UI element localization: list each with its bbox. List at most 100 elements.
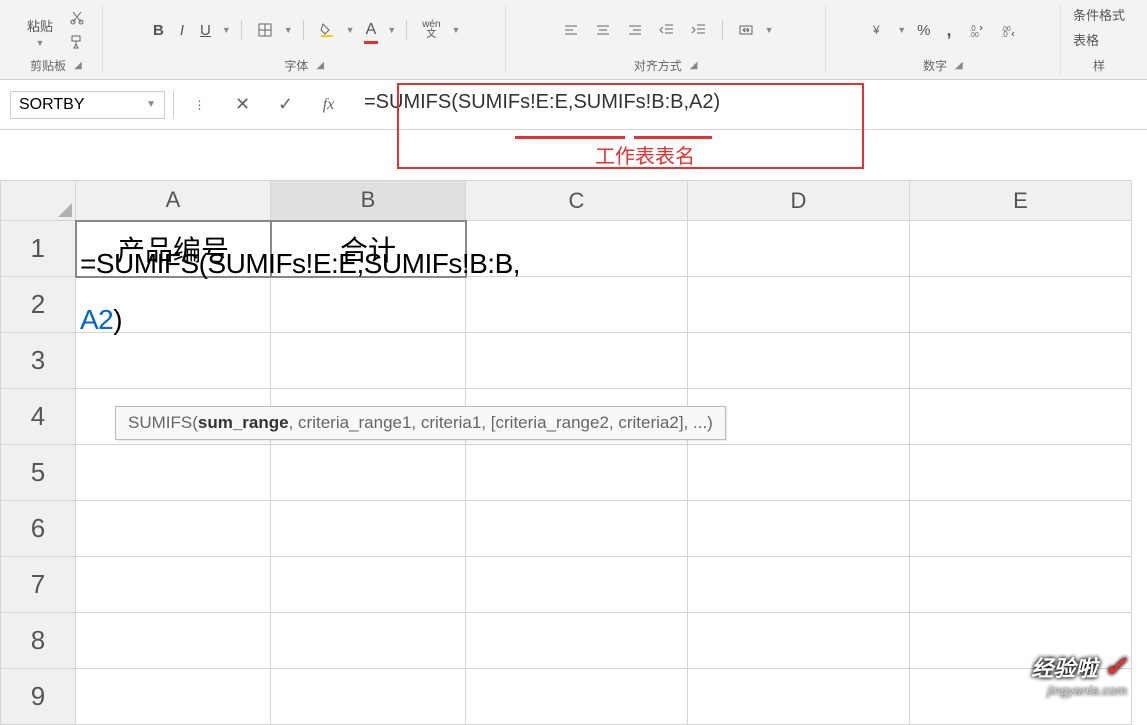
name-box[interactable]: SORTBY ▼ xyxy=(10,91,165,119)
cell-e3[interactable] xyxy=(910,333,1132,389)
decrease-indent-icon[interactable] xyxy=(654,19,680,41)
percent-button[interactable]: % xyxy=(912,19,935,42)
col-header-e[interactable]: E xyxy=(910,181,1132,221)
merge-cells-icon[interactable] xyxy=(733,19,759,41)
accept-formula-button[interactable]: ✓ xyxy=(268,91,303,119)
row-header-9[interactable]: 9 xyxy=(1,669,76,725)
cell-a7[interactable] xyxy=(76,557,271,613)
row-header-4[interactable]: 4 xyxy=(1,389,76,445)
col-header-c[interactable]: C xyxy=(466,181,688,221)
row-header-1[interactable]: 1 xyxy=(1,221,76,277)
cell-c7[interactable] xyxy=(466,557,688,613)
formula-input[interactable]: =SUMIFS(SUMIFs!E:E,SUMIFs!B:B,A2) xyxy=(354,91,1137,119)
cell-b9[interactable] xyxy=(271,669,466,725)
cell-b5[interactable] xyxy=(271,445,466,501)
currency-button[interactable]: ¥ xyxy=(865,19,891,41)
bold-button[interactable]: B xyxy=(148,19,169,42)
paste-button[interactable]: 粘贴 xyxy=(22,13,58,38)
align-left-icon[interactable] xyxy=(558,19,584,41)
col-header-a[interactable]: A xyxy=(76,181,271,221)
cell-a6[interactable] xyxy=(76,501,271,557)
cell-e1[interactable] xyxy=(910,221,1132,277)
svg-text:¥: ¥ xyxy=(872,23,880,37)
cell-d7[interactable] xyxy=(688,557,910,613)
row-header-6[interactable]: 6 xyxy=(1,501,76,557)
cell-c9[interactable] xyxy=(466,669,688,725)
select-all-corner[interactable] xyxy=(1,181,76,221)
cell-c8[interactable] xyxy=(466,613,688,669)
annotation-label: 工作表表名 xyxy=(595,140,695,169)
cell-c6[interactable] xyxy=(466,501,688,557)
cell-b7[interactable] xyxy=(271,557,466,613)
underline-button[interactable]: U xyxy=(195,19,216,42)
name-box-dropdown-icon[interactable]: ▼ xyxy=(146,99,156,110)
pinyin-button[interactable]: wén文 xyxy=(417,17,445,43)
cell-b8[interactable] xyxy=(271,613,466,669)
align-right-icon[interactable] xyxy=(622,19,648,41)
font-launcher-icon[interactable]: ◢ xyxy=(316,60,324,71)
comma-button[interactable]: , xyxy=(942,17,957,44)
expand-bar-icon[interactable]: ⋮ xyxy=(182,91,217,119)
check-icon: ✓ xyxy=(1104,651,1127,682)
underline-2 xyxy=(634,136,712,139)
row-header-7[interactable]: 7 xyxy=(1,557,76,613)
spreadsheet-grid: A B C D E 1 产品编号 合计 2 3 xyxy=(0,180,1147,725)
styles-group: 条件格式 表格 样 xyxy=(1061,5,1137,74)
cell-a5[interactable] xyxy=(76,445,271,501)
cell-d5[interactable] xyxy=(688,445,910,501)
clipboard-launcher-icon[interactable]: ◢ xyxy=(74,60,82,71)
alignment-label: 对齐方式 xyxy=(634,57,682,74)
in-cell-formula[interactable]: =SUMIFS(SUMIFs!E:E,SUMIFs!B:B, A2) xyxy=(80,236,520,348)
format-painter-icon[interactable] xyxy=(64,31,90,53)
conditional-format-button[interactable]: 条件格式 xyxy=(1073,5,1125,24)
border-button[interactable] xyxy=(252,19,278,41)
col-header-d[interactable]: D xyxy=(688,181,910,221)
ribbon: 粘贴 ▼ 剪贴板◢ B I U▼ ▼ ▼ A▼ wén文▼ 字体◢ xyxy=(0,0,1147,80)
cell-d2[interactable] xyxy=(688,277,910,333)
cell-b6[interactable] xyxy=(271,501,466,557)
watermark: 经验啦 ✓ jingyanla.com xyxy=(1031,650,1127,698)
cell-d8[interactable] xyxy=(688,613,910,669)
cell-c5[interactable] xyxy=(466,445,688,501)
svg-text:.00: .00 xyxy=(969,32,979,38)
font-color-button[interactable]: A xyxy=(361,18,382,42)
clipboard-group: 粘贴 ▼ 剪贴板◢ xyxy=(10,5,103,74)
font-group: B I U▼ ▼ ▼ A▼ wén文▼ 字体◢ xyxy=(103,5,506,74)
cell-e6[interactable] xyxy=(910,501,1132,557)
decrease-decimal-icon[interactable]: .00.0 xyxy=(995,19,1021,41)
increase-indent-icon[interactable] xyxy=(686,19,712,41)
underline-1 xyxy=(515,136,625,139)
row-header-8[interactable]: 8 xyxy=(1,613,76,669)
alignment-group: ▼ 对齐方式◢ xyxy=(506,5,825,74)
increase-decimal-icon[interactable]: .0.00 xyxy=(963,19,989,41)
cell-a8[interactable] xyxy=(76,613,271,669)
number-label: 数字 xyxy=(923,57,947,74)
cell-a9[interactable] xyxy=(76,669,271,725)
cell-d6[interactable] xyxy=(688,501,910,557)
number-launcher-icon[interactable]: ◢ xyxy=(955,60,963,71)
cell-e5[interactable] xyxy=(910,445,1132,501)
row-header-3[interactable]: 3 xyxy=(1,333,76,389)
cut-icon[interactable] xyxy=(64,7,90,29)
cell-e7[interactable] xyxy=(910,557,1132,613)
cell-e4[interactable] xyxy=(910,389,1132,445)
alignment-launcher-icon[interactable]: ◢ xyxy=(690,60,698,71)
cell-e2[interactable] xyxy=(910,277,1132,333)
function-tooltip[interactable]: SUMIFS(sum_range, criteria_range1, crite… xyxy=(115,406,726,440)
formula-bar: SORTBY ▼ ⋮ ✕ ✓ fx =SUMIFS(SUMIFs!E:E,SUM… xyxy=(0,80,1147,130)
col-header-b[interactable]: B xyxy=(271,181,466,221)
cell-d9[interactable] xyxy=(688,669,910,725)
table-format-button[interactable]: 表格 xyxy=(1073,30,1099,49)
row-header-2[interactable]: 2 xyxy=(1,277,76,333)
styles-label: 样 xyxy=(1093,57,1105,74)
align-center-icon[interactable] xyxy=(590,19,616,41)
cell-d1[interactable] xyxy=(688,221,910,277)
fx-button[interactable]: fx xyxy=(311,91,346,119)
cancel-formula-button[interactable]: ✕ xyxy=(225,91,260,119)
fill-color-button[interactable] xyxy=(314,19,340,41)
svg-text:.0: .0 xyxy=(1001,30,1008,38)
clipboard-label: 剪贴板 xyxy=(30,57,66,74)
cell-d3[interactable] xyxy=(688,333,910,389)
italic-button[interactable]: I xyxy=(175,19,189,42)
row-header-5[interactable]: 5 xyxy=(1,445,76,501)
